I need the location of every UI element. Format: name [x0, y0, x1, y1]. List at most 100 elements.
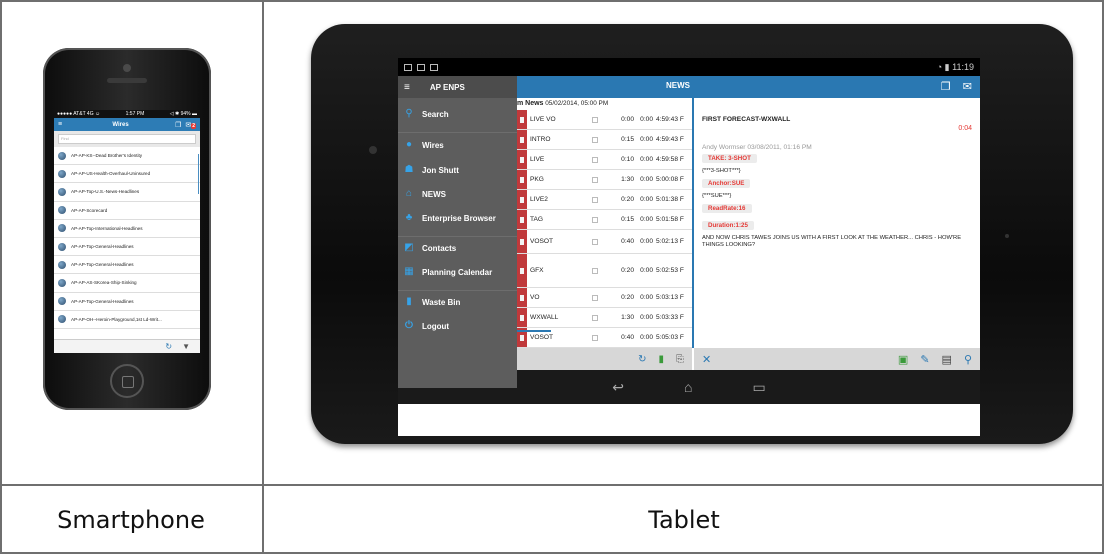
drawer-item-news[interactable]: ⌂ NEWS [404, 189, 446, 199]
search-icon: ⚲ [405, 108, 413, 119]
globe-icon [58, 242, 66, 251]
tablet-sensor [1005, 234, 1009, 238]
phone-nav-bar: ≡ Wires ❐ ✉2 [54, 118, 200, 131]
rundown-row[interactable]: PKG 1:30 0:00 5:00:08 F [517, 170, 692, 190]
drawer-item-label: Wires [422, 140, 444, 150]
drawer-item-search[interactable]: ⚲ Search [404, 108, 448, 119]
row-checkbox[interactable] [592, 315, 598, 321]
smartphone-device: ●●●●● AT&T 4G ☺ 1:57 PM ◁ ✱ 94% ▬ ≡ Wire… [43, 48, 211, 410]
location-pin-icon[interactable]: ⚲ [964, 353, 972, 366]
row-checkbox[interactable] [592, 268, 598, 274]
close-icon[interactable]: ✕ [702, 353, 898, 366]
drawer-item-waste-bin[interactable]: ▮ Waste Bin [404, 297, 460, 307]
rundown-scrollbar[interactable] [517, 330, 551, 332]
check-icon[interactable]: ▣ [898, 353, 908, 366]
row-actual: 0:00 [640, 156, 653, 163]
rundown-row[interactable]: VOSOT 0:40 0:00 5:02:13 F [517, 230, 692, 254]
user-icon: ☗ [404, 164, 414, 175]
smartphone-caption: Smartphone [57, 506, 205, 534]
mail-icon[interactable]: ✉2 [185, 121, 196, 129]
drawer-item-label: Contacts [422, 243, 457, 253]
rundown-row[interactable]: LIVE 0:10 0:00 4:59:58 F [517, 150, 692, 170]
duration-pill[interactable]: Duration:1:25 [702, 221, 754, 230]
row-time: 5:03:33 F [656, 314, 684, 321]
wire-item[interactable]: AP-AP-US-Health-Overhaul-Uninsured [54, 165, 200, 184]
copy-icon[interactable]: ❐ [941, 80, 951, 93]
row-time: 5:00:08 F [656, 176, 684, 183]
pencil-icon[interactable]: ✎ [920, 353, 929, 366]
rundown-row[interactable]: INTRO 0:15 0:00 4:59:43 F [517, 130, 692, 150]
wire-item[interactable]: AP-AP-KS--Dead Brother's Identity [54, 147, 200, 166]
row-estimate: 0:15 [621, 136, 634, 143]
row-slug: LIVE [530, 156, 545, 163]
mail-icon[interactable]: ✉ [963, 80, 972, 93]
wire-item[interactable]: AP-AP-AS-SKorea-Ship-Sinking [54, 274, 200, 293]
rundown-row[interactable]: VO 0:20 0:00 5:03:13 F [517, 288, 692, 308]
phone-search-input[interactable]: Find [58, 134, 196, 144]
row-checkbox[interactable] [592, 177, 598, 183]
story-tag-icon [517, 254, 527, 287]
row-slug: GFX [530, 267, 544, 274]
row-checkbox[interactable] [592, 197, 598, 203]
clapperboard-icon[interactable]: ▤ [942, 353, 952, 366]
recents-icon[interactable]: ▭ [752, 379, 765, 396]
document-icon[interactable]: ⎘ [676, 354, 684, 365]
phone-home-button[interactable] [110, 364, 144, 398]
row-actual: 0:00 [640, 216, 653, 223]
take-line: {***3-SHOT***} [702, 168, 741, 174]
row-checkbox[interactable] [592, 295, 598, 301]
wire-item[interactable]: AP-AP-Top-International-Headlines [54, 220, 200, 238]
row-slug: INTRO [530, 136, 551, 143]
rundown-row[interactable]: LIVE VO 0:00 0:00 4:59:43 F [517, 110, 692, 130]
wire-item[interactable]: AP-AP-OH--Heroin-Playground,1st Ld-Writ.… [54, 311, 200, 329]
wire-item[interactable]: AP-AP-Top-General-Headlines [54, 293, 200, 311]
refresh-icon[interactable]: ↻ [165, 342, 172, 351]
wire-item[interactable]: AP-AP-Top-General-Headlines [54, 238, 200, 257]
row-estimate: 0:15 [621, 216, 634, 223]
hamburger-menu-icon[interactable]: ≡ [58, 121, 66, 128]
hamburger-menu-icon[interactable]: ≡ [404, 82, 410, 93]
row-actual: 0:00 [640, 334, 653, 341]
rundown-row[interactable]: LIVE2 0:20 0:00 5:01:38 F [517, 190, 692, 210]
row-checkbox[interactable] [592, 217, 598, 223]
drawer-separator [398, 132, 517, 133]
readrate-pill[interactable]: ReadRate:16 [702, 204, 752, 213]
row-checkbox[interactable] [592, 137, 598, 143]
row-checkbox[interactable] [592, 157, 598, 163]
row-estimate: 1:30 [621, 176, 634, 183]
drawer-item-planning-calendar[interactable]: ▦ Planning Calendar [404, 267, 492, 277]
phone-scrollbar[interactable] [197, 154, 199, 194]
refresh-icon[interactable]: ↻ [638, 354, 646, 365]
filter-icon[interactable]: ▼ [182, 342, 190, 351]
row-estimate: 0:20 [621, 294, 634, 301]
take-pill[interactable]: TAKE: 3-SHOT [702, 154, 757, 163]
row-checkbox[interactable] [592, 239, 598, 245]
row-checkbox[interactable] [592, 117, 598, 123]
drawer-item-jon-shutt[interactable]: ☗ Jon Shutt [404, 165, 459, 175]
rundown-header: m News 05/02/2014, 05:00 PM [517, 98, 692, 110]
row-actual: 0:00 [640, 116, 653, 123]
story-title: FIRST FORECAST-WXWALL [702, 116, 791, 123]
drawer-item-enterprise-browser[interactable]: ♣ Enterprise Browser [404, 213, 496, 223]
rundown-row[interactable]: TAG 0:15 0:00 5:01:58 F [517, 210, 692, 230]
rundown-row[interactable]: WXWALL 1:30 0:00 5:03:33 F [517, 308, 692, 328]
wire-item[interactable]: AP-AP-Scorecard [54, 202, 200, 220]
wire-item[interactable]: AP-AP-Top-General-Headlines [54, 256, 200, 275]
drawer-item-contacts[interactable]: ◩ Contacts [404, 243, 456, 253]
drawer-item-wires[interactable]: ● Wires [404, 140, 444, 150]
story-body: AND NOW CHRIS TAWES JOINS US WITH A FIRS… [702, 235, 962, 248]
back-icon[interactable]: ↩ [612, 379, 624, 396]
row-checkbox[interactable] [592, 335, 598, 341]
rundown-list: m News 05/02/2014, 05:00 PM LIVE VO 0:00 0… [517, 98, 692, 348]
drawer-item-logout[interactable]: ⏻ Logout [404, 321, 449, 331]
home-icon[interactable]: ⌂ [684, 379, 692, 395]
drawer-separator [398, 290, 517, 291]
phone-nav-title: Wires [112, 121, 129, 128]
rundown-row[interactable]: GFX 0:20 0:00 5:02:53 F [517, 254, 692, 288]
wire-item[interactable]: AP-AP-Top-U.S.-News-Headlines [54, 183, 200, 202]
home-icon: ⌂ [405, 188, 413, 199]
drawer-item-label: Waste Bin [422, 297, 461, 307]
copy-icon[interactable]: ❐ [175, 121, 181, 129]
anchor-pill[interactable]: Anchor:SUE [702, 179, 751, 188]
book-icon[interactable]: ▮ [658, 354, 664, 365]
